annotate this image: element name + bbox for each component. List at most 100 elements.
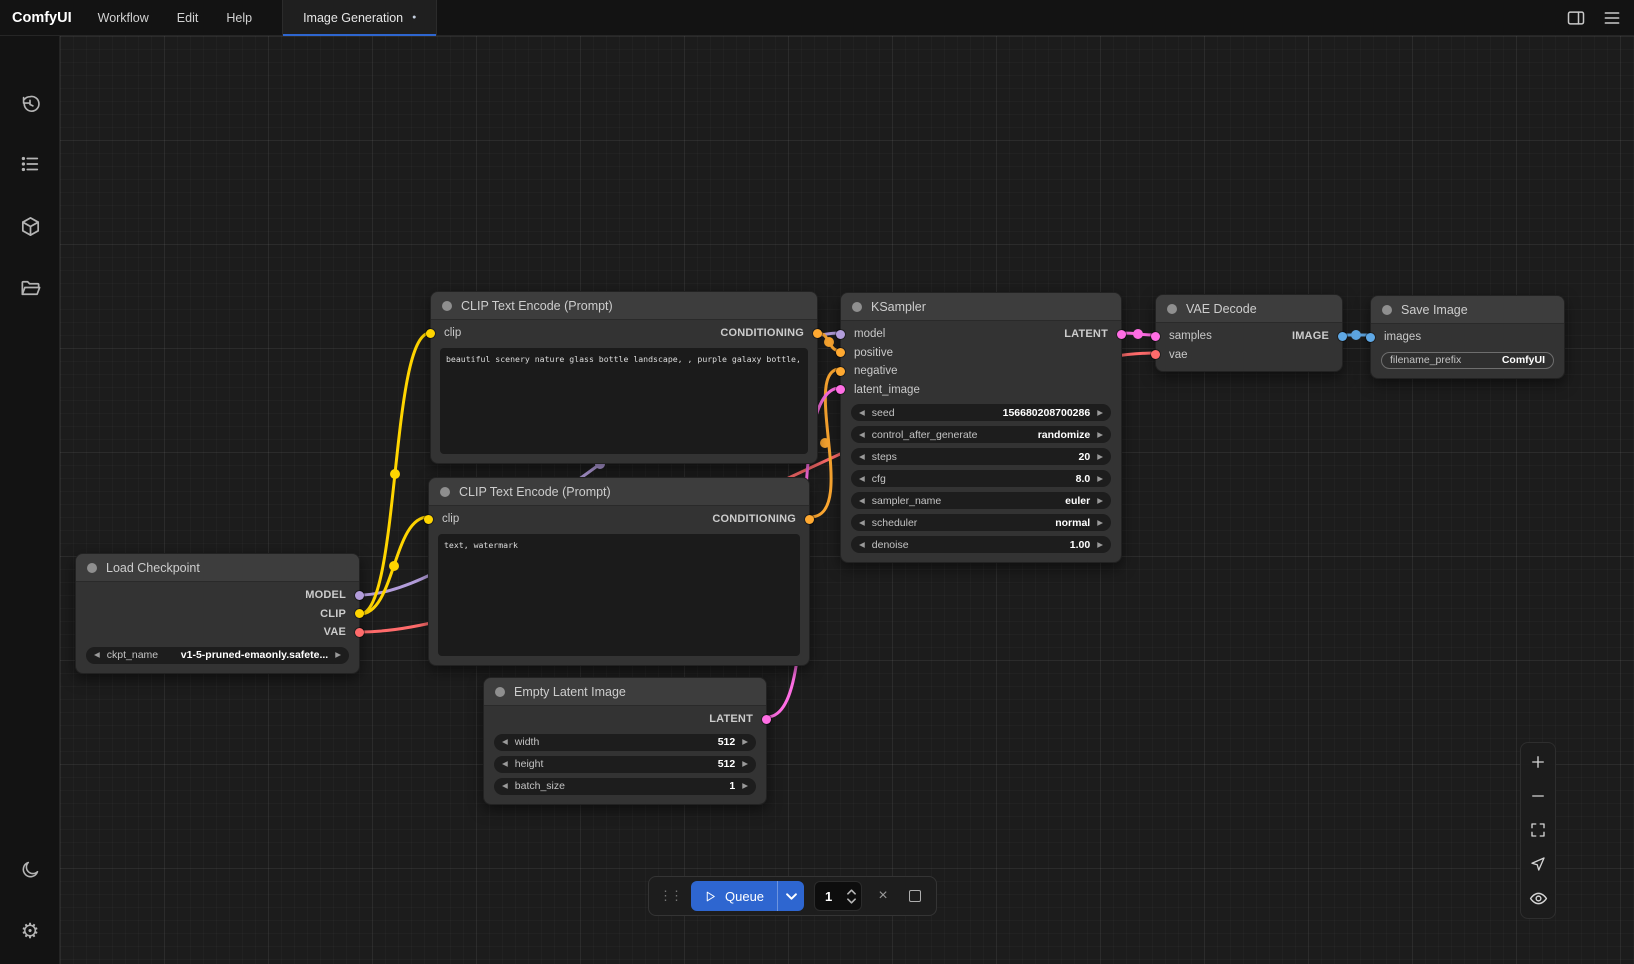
input-port-clip[interactable] [426,329,435,338]
input-port-model[interactable] [836,330,845,339]
sidebar-item-workflows[interactable] [0,266,60,310]
output-port-conditioning[interactable] [813,329,822,338]
decrement-arrow-icon[interactable]: ◀ [859,475,865,483]
input-port-clip[interactable] [424,515,433,524]
select-mode-button[interactable] [1529,855,1547,873]
node-header[interactable]: CLIP Text Encode (Prompt) [431,292,817,320]
batch-count-stepper[interactable]: 1 [814,881,862,911]
sidebar-item-node-library[interactable] [0,204,60,248]
increment-arrow-icon[interactable]: ▶ [1097,431,1103,439]
zoom-out-button[interactable] [1529,787,1547,805]
node-header[interactable]: Load Checkpoint [76,554,359,582]
node-ksampler[interactable]: KSampler model LATENT positive negative … [840,292,1122,563]
collapse-dot[interactable] [852,302,862,312]
output-port-image[interactable] [1338,332,1347,341]
queue-button[interactable]: Queue [691,881,804,911]
increment-arrow-icon[interactable]: ▶ [742,760,748,768]
node-save-image[interactable]: Save Image images filename_prefix ComfyU… [1370,295,1565,379]
queue-options-dropdown[interactable] [777,881,804,911]
node-clip-text-encode-negative[interactable]: CLIP Text Encode (Prompt) clip CONDITION… [428,477,810,666]
output-port-latent[interactable] [762,715,771,724]
widget-cfg[interactable]: ◀ cfg 8.0 ▶ [851,470,1111,487]
widget-scheduler[interactable]: ◀ scheduler normal ▶ [851,514,1111,531]
increment-arrow-icon[interactable]: ▶ [1097,519,1103,527]
theme-toggle-button[interactable] [0,847,60,891]
zoom-in-button[interactable] [1529,753,1547,771]
clear-queue-button[interactable]: × [872,885,894,907]
widget-control-after-generate[interactable]: ◀ control_after_generate randomize ▶ [851,426,1111,443]
settings-button[interactable]: ⚙ [0,909,60,953]
decrement-arrow-icon[interactable]: ◀ [502,760,508,768]
widget-ckpt-name[interactable]: ◀ ckpt_name v1-5-pruned-emaonly.safete..… [86,647,349,664]
input-port-negative[interactable] [836,367,845,376]
decrement-arrow-icon[interactable]: ◀ [502,782,508,790]
menu-edit[interactable]: Edit [163,0,213,36]
hamburger-menu-icon[interactable] [1602,8,1622,28]
output-label-latent: LATENT [1064,328,1108,340]
widget-steps[interactable]: ◀ steps 20 ▶ [851,448,1111,465]
increment-arrow-icon[interactable]: ▶ [1097,497,1103,505]
collapse-dot[interactable] [1167,304,1177,314]
node-clip-text-encode-positive[interactable]: CLIP Text Encode (Prompt) clip CONDITION… [430,291,818,464]
prompt-textarea[interactable]: text, watermark [438,534,800,656]
increment-arrow-icon[interactable]: ▶ [335,651,341,659]
stepper-down-icon[interactable] [847,898,856,904]
decrement-arrow-icon[interactable]: ◀ [859,541,865,549]
input-port-samples[interactable] [1151,332,1160,341]
sidebar-item-history[interactable] [0,82,60,126]
sidebar-item-queue[interactable] [0,142,60,186]
input-port-images[interactable] [1366,333,1375,342]
fit-view-button[interactable] [1529,821,1547,839]
decrement-arrow-icon[interactable]: ◀ [859,431,865,439]
widget-width[interactable]: ◀ width 512 ▶ [494,734,756,751]
input-port-latent-image[interactable] [836,385,845,394]
widget-sampler-name[interactable]: ◀ sampler_name euler ▶ [851,492,1111,509]
toggle-panel-icon[interactable] [1566,8,1586,28]
widget-batch-size[interactable]: ◀ batch_size 1 ▶ [494,778,756,795]
node-empty-latent-image[interactable]: Empty Latent Image LATENT ◀ width 512 ▶ … [483,677,767,805]
stepper-up-icon[interactable] [847,889,856,895]
increment-arrow-icon[interactable]: ▶ [742,782,748,790]
toggle-visibility-button[interactable] [1529,889,1548,908]
node-header[interactable]: VAE Decode [1156,295,1342,323]
node-load-checkpoint[interactable]: Load Checkpoint MODEL CLIP VAE ◀ ckpt_na… [75,553,360,674]
node-header[interactable]: Save Image [1371,296,1564,324]
collapse-dot[interactable] [495,687,505,697]
collapse-dot[interactable] [1382,305,1392,315]
collapse-dot[interactable] [440,487,450,497]
prompt-textarea[interactable]: beautiful scenery nature glass bottle la… [440,348,808,454]
tab-image-generation[interactable]: Image Generation ● [282,0,437,36]
output-port-latent[interactable] [1117,330,1126,339]
node-header[interactable]: Empty Latent Image [484,678,766,706]
increment-arrow-icon[interactable]: ▶ [1097,453,1103,461]
increment-arrow-icon[interactable]: ▶ [742,738,748,746]
increment-arrow-icon[interactable]: ▶ [1097,541,1103,549]
increment-arrow-icon[interactable]: ▶ [1097,475,1103,483]
menu-help[interactable]: Help [212,0,266,36]
decrement-arrow-icon[interactable]: ◀ [859,519,865,527]
decrement-arrow-icon[interactable]: ◀ [859,409,865,417]
node-header[interactable]: CLIP Text Encode (Prompt) [429,478,809,506]
widget-denoise[interactable]: ◀ denoise 1.00 ▶ [851,536,1111,553]
drag-handle-icon[interactable]: ⋮⋮ [659,888,681,904]
decrement-arrow-icon[interactable]: ◀ [859,453,865,461]
output-port-conditioning[interactable] [805,515,814,524]
widget-height[interactable]: ◀ height 512 ▶ [494,756,756,773]
menu-workflow[interactable]: Workflow [84,0,163,36]
widget-filename-prefix[interactable]: filename_prefix ComfyUI [1381,352,1554,369]
decrement-arrow-icon[interactable]: ◀ [502,738,508,746]
input-port-vae[interactable] [1151,350,1160,359]
node-title: KSampler [871,300,926,314]
output-port-vae[interactable] [355,628,364,637]
decrement-arrow-icon[interactable]: ◀ [94,651,100,659]
decrement-arrow-icon[interactable]: ◀ [859,497,865,505]
stop-button[interactable] [904,885,926,907]
collapse-dot[interactable] [87,563,97,573]
node-header[interactable]: KSampler [841,293,1121,321]
output-port-model[interactable] [355,591,364,600]
widget-seed[interactable]: ◀ seed 156680208700286 ▶ [851,404,1111,421]
increment-arrow-icon[interactable]: ▶ [1097,409,1103,417]
collapse-dot[interactable] [442,301,452,311]
input-port-positive[interactable] [836,348,845,357]
node-vae-decode[interactable]: VAE Decode samples IMAGE vae [1155,294,1343,372]
